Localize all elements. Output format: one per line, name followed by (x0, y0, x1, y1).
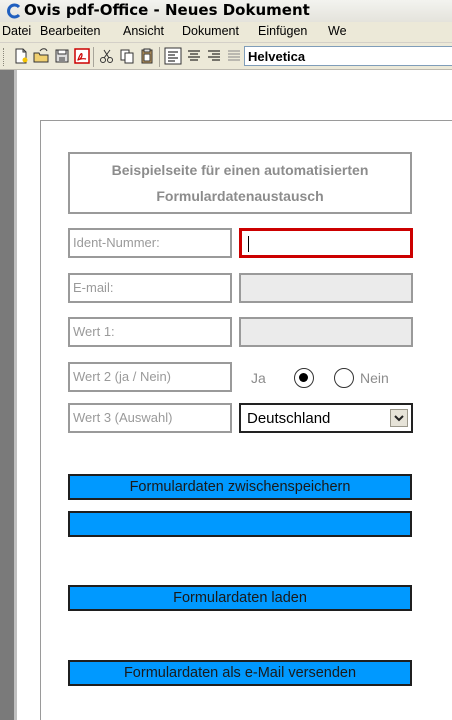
document-frame-left (0, 70, 14, 720)
email-input[interactable] (239, 273, 413, 303)
radio-ja[interactable] (294, 368, 314, 388)
font-name-input[interactable]: Helvetica (244, 46, 452, 66)
toolbar-separator (159, 47, 160, 67)
align-right-icon[interactable] (205, 47, 223, 65)
menu-einfuegen[interactable]: Einfügen (258, 24, 307, 38)
menu-datei[interactable]: Datei (2, 24, 31, 38)
new-document-icon[interactable] (12, 47, 30, 65)
form-header: Beispielseite für einen automatisierten … (68, 152, 412, 214)
radio-ja-label: Ja (251, 370, 266, 386)
toolbar-separator (93, 47, 94, 67)
dropdown-arrow-icon[interactable] (390, 409, 408, 427)
ovis-logo-icon (7, 3, 21, 19)
ident-nummer-input[interactable] (239, 228, 413, 258)
load-button[interactable]: Formulardaten laden (68, 585, 412, 611)
menu-ansicht[interactable]: Ansicht (123, 24, 164, 38)
wert1-label: Wert 1: (68, 317, 232, 347)
menu-dokument[interactable]: Dokument (182, 24, 239, 38)
save-temp-button[interactable]: Formulardaten zwischenspeichern (68, 474, 412, 500)
menu-bar: Datei Bearbeiten Ansicht Dokument Einfüg… (0, 22, 452, 43)
wert2-label: Wert 2 (ja / Nein) (68, 362, 232, 392)
window-title: Ovis pdf-Office - Neues Dokument (24, 1, 310, 19)
text-caret (248, 236, 249, 252)
email-label: E-mail: (68, 273, 232, 303)
align-left-icon[interactable] (164, 47, 182, 65)
menu-bearbeiten[interactable]: Bearbeiten (40, 24, 100, 38)
paste-icon[interactable] (138, 47, 156, 65)
save-icon[interactable] (53, 47, 71, 65)
copy-icon[interactable] (118, 47, 136, 65)
form-header-title: Beispielseite für einen automatisierten (111, 162, 369, 178)
radio-nein[interactable] (334, 368, 354, 388)
form-header-subtitle: Formulardatenaustausch (156, 188, 324, 204)
menu-weitere[interactable]: We (328, 24, 347, 38)
radio-nein-label: Nein (360, 370, 389, 386)
blank-button[interactable] (68, 511, 412, 537)
wert3-selected-value: Deutschland (247, 410, 331, 427)
toolbar: Helvetica (0, 43, 452, 70)
email-send-button[interactable]: Formulardaten als e-Mail versenden (68, 660, 412, 686)
radio-selected-dot (299, 373, 308, 382)
justify-icon[interactable] (225, 47, 243, 65)
wert3-select[interactable]: Deutschland (239, 403, 413, 433)
pdf-icon[interactable] (73, 47, 91, 65)
cut-icon[interactable] (98, 47, 116, 65)
toolbar-grip[interactable] (3, 48, 6, 66)
wert1-input[interactable] (239, 317, 413, 347)
align-center-icon[interactable] (185, 47, 203, 65)
wert3-label: Wert 3 (Auswahl) (68, 403, 232, 433)
open-icon[interactable] (32, 47, 50, 65)
ident-nummer-label: Ident-Nummer: (68, 228, 232, 258)
window-titlebar[interactable]: Ovis pdf-Office - Neues Dokument (0, 0, 452, 23)
